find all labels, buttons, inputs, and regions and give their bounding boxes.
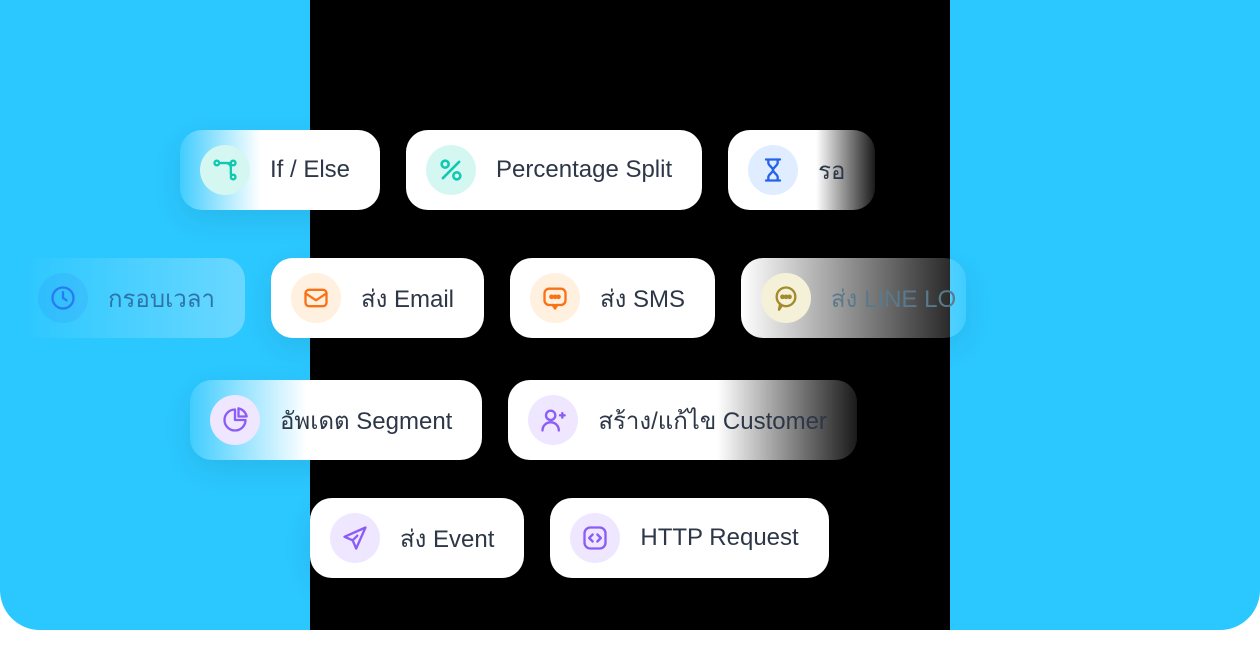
action-row-2: กรอบเวลา ส่ง Email ส่ง SMS ส่ง LINE LO — [0, 258, 1260, 338]
percentage-split-label: Percentage Split — [496, 156, 672, 184]
hourglass-icon — [748, 145, 798, 195]
send-icon — [330, 513, 380, 563]
code-icon — [570, 513, 620, 563]
timeframe-chip[interactable]: กรอบเวลา — [18, 258, 245, 338]
wait-chip[interactable]: รอ — [728, 130, 875, 210]
email-chip[interactable]: ส่ง Email — [271, 258, 484, 338]
branch-icon — [200, 145, 250, 195]
segment-label: อัพเดต Segment — [280, 401, 452, 440]
sms-icon — [530, 273, 580, 323]
email-label: ส่ง Email — [361, 279, 454, 318]
segment-chip[interactable]: อัพเดต Segment — [190, 380, 482, 460]
action-row-3: อัพเดต Segment สร้าง/แก้ไข Customer — [0, 380, 1260, 460]
email-icon — [291, 273, 341, 323]
http-chip[interactable]: HTTP Request — [550, 498, 828, 578]
customer-chip[interactable]: สร้าง/แก้ไข Customer — [508, 380, 857, 460]
action-row-1: If / Else Percentage Split รอ — [0, 130, 1260, 210]
if-else-label: If / Else — [270, 156, 350, 184]
percentage-split-chip[interactable]: Percentage Split — [406, 130, 702, 210]
line-chip[interactable]: ส่ง LINE LO — [741, 258, 966, 338]
sms-chip[interactable]: ส่ง SMS — [510, 258, 715, 338]
line-label: ส่ง LINE LO — [831, 279, 956, 318]
percent-icon — [426, 145, 476, 195]
action-row-4: ส่ง Event HTTP Request — [0, 498, 1260, 578]
sms-label: ส่ง SMS — [600, 279, 685, 318]
clock-icon — [38, 273, 88, 323]
pie-icon — [210, 395, 260, 445]
event-label: ส่ง Event — [400, 519, 494, 558]
user-plus-icon — [528, 395, 578, 445]
http-label: HTTP Request — [640, 524, 798, 552]
if-else-chip[interactable]: If / Else — [180, 130, 380, 210]
wait-label: รอ — [818, 151, 845, 190]
chat-icon — [761, 273, 811, 323]
timeframe-label: กรอบเวลา — [108, 279, 215, 318]
customer-label: สร้าง/แก้ไข Customer — [598, 401, 827, 440]
event-chip[interactable]: ส่ง Event — [310, 498, 524, 578]
